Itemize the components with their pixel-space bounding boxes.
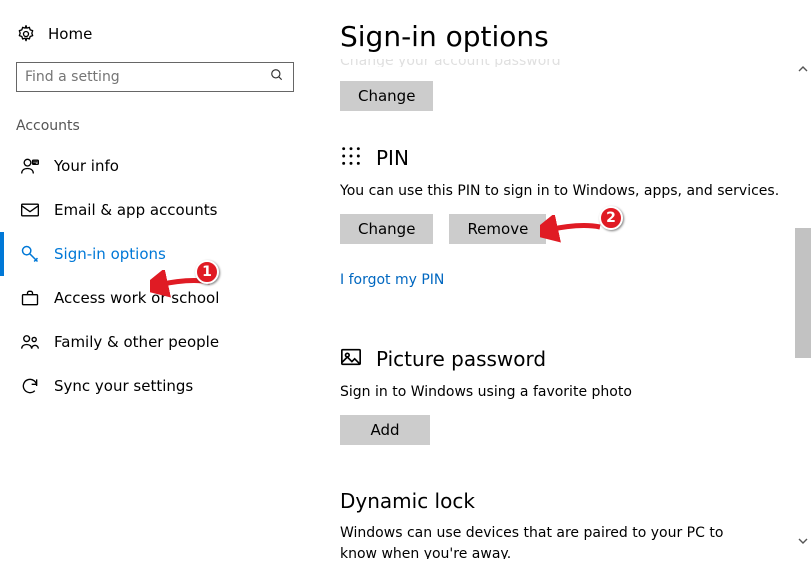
sidebar-item-label: Email & app accounts	[54, 201, 217, 219]
people-icon	[20, 332, 40, 352]
scroll-area: Change your account password Change	[340, 59, 786, 559]
search-container	[0, 62, 310, 114]
scroll-thumb[interactable]	[795, 228, 811, 358]
sidebar-item-your-info[interactable]: Your info	[0, 144, 310, 188]
scroll-track[interactable]	[794, 78, 812, 554]
sidebar-item-label: Your info	[54, 157, 119, 175]
search-input[interactable]	[17, 63, 261, 91]
truncated-desc: Change your account password	[340, 59, 786, 67]
picpwd-add-button[interactable]: Add	[340, 415, 430, 445]
sidebar-item-family-people[interactable]: Family & other people	[0, 320, 310, 364]
pin-title: PIN	[376, 146, 409, 170]
dynamic-lock-section: Dynamic lock Windows can use devices tha…	[340, 489, 786, 559]
picture-password-section: Picture password Sign in to Windows usin…	[340, 346, 786, 445]
pin-remove-button[interactable]: Remove	[449, 214, 546, 244]
sync-icon	[20, 376, 40, 396]
sidebar-item-sign-in-options[interactable]: Sign-in options	[0, 232, 310, 276]
pin-pad-icon	[340, 145, 362, 171]
pin-change-button[interactable]: Change	[340, 214, 433, 244]
sidebar-item-label: Sign-in options	[54, 245, 166, 263]
mail-icon	[20, 200, 40, 220]
sidebar-item-access-work-school[interactable]: Access work or school	[0, 276, 310, 320]
sidebar-item-label: Access work or school	[54, 289, 219, 307]
key-icon	[20, 244, 40, 264]
password-change-button[interactable]: Change	[340, 81, 433, 111]
image-icon	[340, 346, 362, 372]
pin-desc: You can use this PIN to sign in to Windo…	[340, 181, 786, 202]
home-label: Home	[48, 25, 92, 43]
scroll-down-arrow[interactable]	[794, 532, 812, 550]
dynlock-desc: Windows can use devices that are paired …	[340, 523, 760, 559]
picpwd-title: Picture password	[376, 347, 546, 371]
sidebar-item-label: Family & other people	[54, 333, 219, 351]
category-label: Accounts	[0, 114, 310, 144]
main-content: Sign-in options Change your account pass…	[310, 0, 812, 572]
search-icon	[261, 68, 293, 86]
search-box[interactable]	[16, 62, 294, 92]
home-nav[interactable]: Home	[0, 18, 310, 62]
scroll-up-arrow[interactable]	[794, 60, 812, 78]
dynlock-title: Dynamic lock	[340, 489, 475, 513]
sidebar-item-sync-settings[interactable]: Sync your settings	[0, 364, 310, 408]
vertical-scrollbar[interactable]	[794, 60, 812, 572]
pin-section: PIN You can use this PIN to sign in to W…	[340, 145, 786, 288]
page-title: Sign-in options	[340, 20, 786, 53]
gear-icon	[16, 24, 36, 44]
briefcase-icon	[20, 288, 40, 308]
forgot-pin-link[interactable]: I forgot my PIN	[340, 272, 444, 288]
person-icon	[20, 156, 40, 176]
sidebar-item-email-accounts[interactable]: Email & app accounts	[0, 188, 310, 232]
picpwd-desc: Sign in to Windows using a favorite phot…	[340, 382, 786, 403]
nav-list: Your info Email & app accounts Sign-in o…	[0, 144, 310, 408]
settings-sidebar: Home Accounts	[0, 0, 310, 572]
sidebar-item-label: Sync your settings	[54, 377, 193, 395]
